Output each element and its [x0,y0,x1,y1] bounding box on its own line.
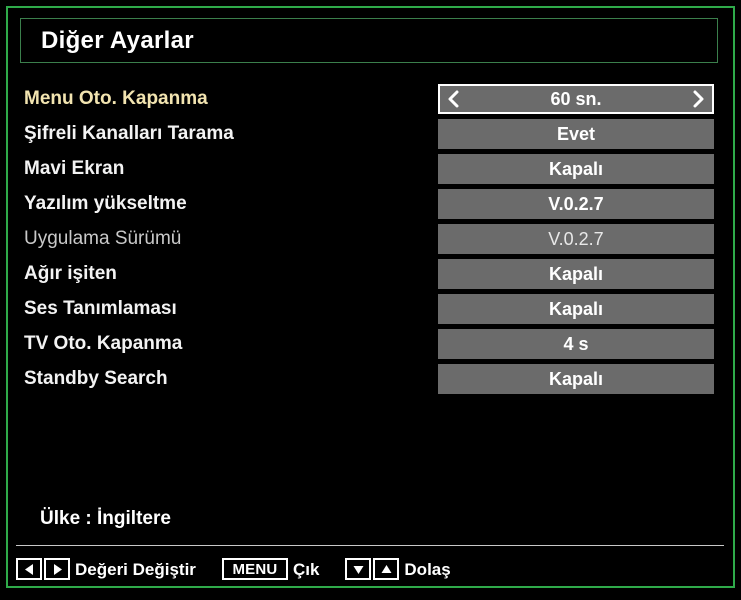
settings-row[interactable]: Mavi Ekran Kapalı [0,154,741,184]
setting-label: Yazılım yükseltme [24,193,187,214]
down-arrow-icon[interactable] [345,558,372,580]
setting-label: Standby Search [24,368,168,389]
setting-label: TV Oto. Kapanma [24,333,183,354]
right-arrow-icon[interactable] [690,89,706,109]
settings-row[interactable]: Ağır işiten Kapalı [0,259,741,289]
keycaps [16,558,70,580]
page-title-box: Diğer Ayarlar [20,18,718,63]
menu-key-label: MENU [232,560,278,578]
menu-key-icon[interactable]: MENU [221,558,288,580]
keycaps [345,558,400,580]
left-arrow-icon[interactable] [16,558,42,580]
setting-value: Evet [556,124,596,144]
setting-value: Kapalı [548,369,604,389]
key-hint-bar: Değeri Değiştir MENU Çık Dolaş [16,556,477,582]
settings-row[interactable]: Menu Oto. Kapanma 60 sn. [0,84,741,114]
setting-value: 4 s [563,334,589,354]
setting-label: Menu Oto. Kapanma [24,88,208,109]
settings-row: Uygulama Sürümü V.0.2.7 [0,224,741,254]
settings-row[interactable]: Ses Tanımlaması Kapalı [0,294,741,324]
setting-value: Kapalı [548,264,604,284]
tv-settings-screen: Diğer Ayarlar Menu Oto. Kapanma 60 sn. Ş… [0,0,741,600]
setting-label: Şifreli Kanalları Tarama [24,123,234,144]
settings-row[interactable]: Standby Search Kapalı [0,364,741,394]
setting-value-box[interactable]: Kapalı [438,259,714,289]
settings-row[interactable]: Yazılım yükseltme V.0.2.7 [0,189,741,219]
setting-label: Ağır işiten [24,263,117,284]
setting-value: V.0.2.7 [548,229,604,249]
setting-value: Kapalı [548,299,604,319]
setting-value-box[interactable]: Kapalı [438,364,714,394]
footer-divider [16,545,724,546]
setting-value-box[interactable]: Kapalı [438,294,714,324]
key-hint-exit: MENU Çık [221,558,320,580]
key-hint-change-value: Değeri Değiştir [16,558,196,580]
key-hint-label: Dolaş [404,559,451,579]
settings-list: Menu Oto. Kapanma 60 sn. Şifreli Kanalla… [0,84,741,399]
setting-label: Uygulama Sürümü [24,228,182,249]
key-hint-navigate: Dolaş [345,558,451,580]
setting-label: Mavi Ekran [24,158,125,179]
key-hint-label: Çık [292,559,320,579]
settings-row[interactable]: Şifreli Kanalları Tarama Evet [0,119,741,149]
page-title: Diğer Ayarlar [41,26,194,54]
setting-label: Ses Tanımlaması [24,298,177,319]
key-hint-label: Değeri Değiştir [75,559,196,579]
setting-value-box[interactable]: Evet [438,119,714,149]
right-arrow-icon[interactable] [44,558,70,580]
setting-value-box[interactable]: 60 sn. [438,84,714,114]
setting-value: 60 sn. [550,89,602,109]
settings-row[interactable]: TV Oto. Kapanma 4 s [0,329,741,359]
setting-value-box: V.0.2.7 [438,224,714,254]
setting-value: V.0.2.7 [548,194,604,214]
setting-value-box[interactable]: Kapalı [438,154,714,184]
up-arrow-icon[interactable] [373,558,400,580]
country-status: Ülke : İngiltere [40,508,171,529]
setting-value-box[interactable]: V.0.2.7 [438,189,714,219]
setting-value: Kapalı [548,159,604,179]
keycaps: MENU [221,558,288,580]
setting-value-box[interactable]: 4 s [438,329,714,359]
left-arrow-icon[interactable] [446,89,462,109]
